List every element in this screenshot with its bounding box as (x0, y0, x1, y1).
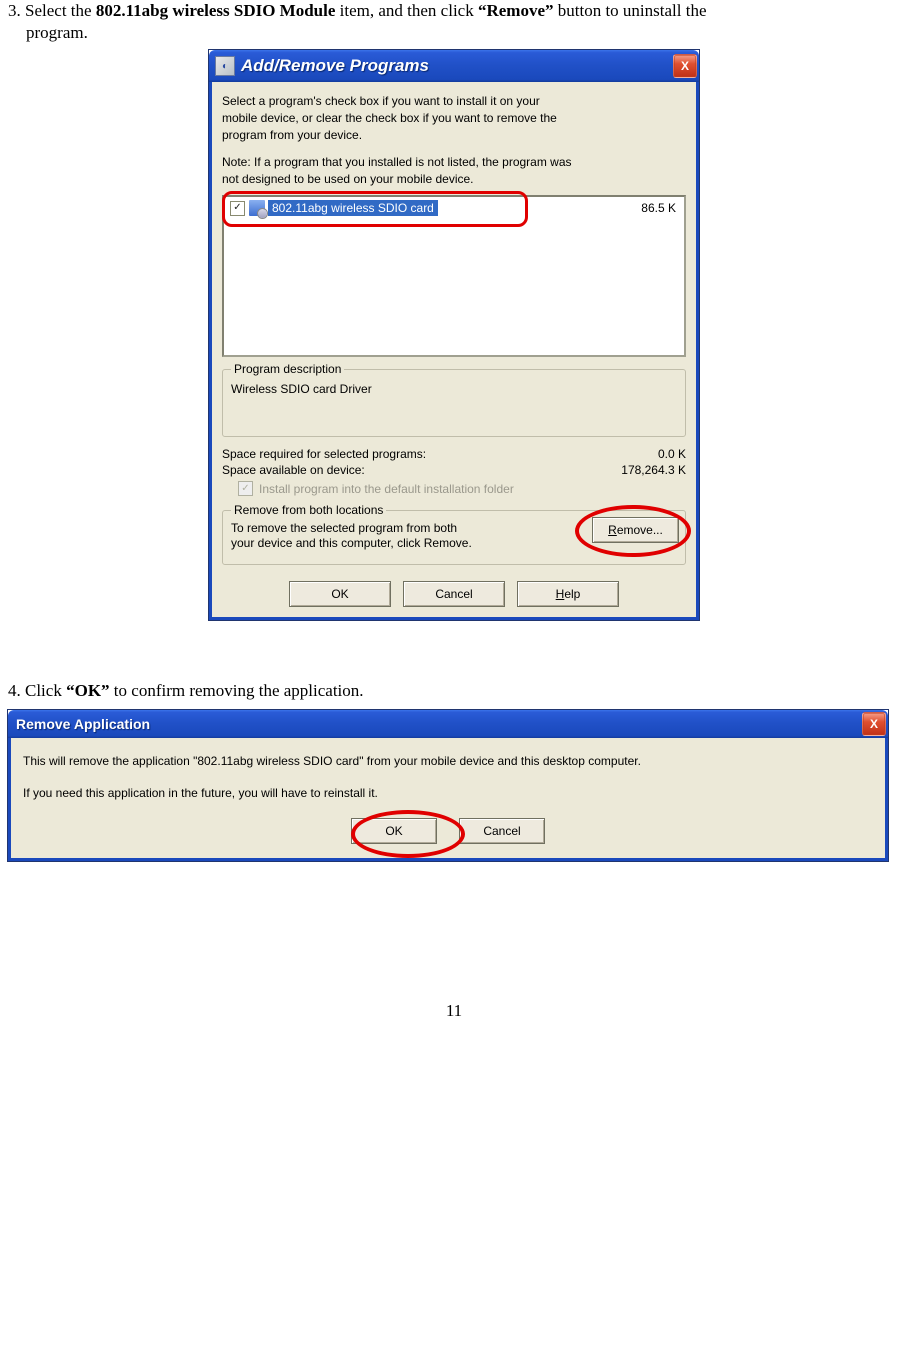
space-required-row: Space required for selected programs:0.0… (222, 447, 686, 461)
step-3-text: 3. Select the 802.11abg wireless SDIO Mo… (8, 0, 900, 44)
cancel-button[interactable]: Cancel (459, 818, 545, 844)
confirm-text-2: If you need this application in the futu… (23, 786, 873, 800)
remove-button[interactable]: Remove... (592, 517, 679, 543)
confirm-text-1: This will remove the application "802.11… (23, 754, 873, 768)
program-description-legend: Program description (231, 362, 344, 376)
default-folder-checkbox: ✓ Install program into the default insta… (222, 481, 686, 496)
dialog-title: Remove Application (14, 716, 862, 732)
program-icon (249, 200, 265, 216)
confirm-button-row: OK Cancel (23, 818, 873, 844)
page-number: 11 (8, 1001, 900, 1021)
dialog-title: Add/Remove Programs (241, 56, 673, 76)
program-name: 802.11abg wireless SDIO card (268, 200, 438, 216)
program-description-text: Wireless SDIO card Driver (231, 382, 677, 396)
program-description-group: Program description Wireless SDIO card D… (222, 369, 686, 437)
intro-text: Select a program's check box if you want… (222, 94, 686, 187)
cancel-button[interactable]: Cancel (403, 581, 505, 607)
program-checkbox[interactable]: ✓ (230, 201, 245, 216)
dialog-button-row: OK Cancel Help (222, 581, 686, 607)
ok-button[interactable]: OK (289, 581, 391, 607)
program-list-item[interactable]: ✓ 802.11abg wireless SDIO card 86.5 K (224, 197, 684, 219)
program-list[interactable]: ✓ 802.11abg wireless SDIO card 86.5 K (222, 195, 686, 357)
remove-description: To remove the selected program from both… (231, 521, 521, 550)
remove-application-dialog: Remove Application X This will remove th… (8, 710, 888, 861)
step-4-text: 4. Click “OK” to confirm removing the ap… (8, 680, 900, 702)
dialog-titlebar: ◐ Add/Remove Programs X (209, 50, 699, 82)
add-remove-programs-dialog: ◐ Add/Remove Programs X Select a program… (209, 50, 699, 620)
close-button[interactable]: X (673, 54, 697, 78)
dialog-titlebar: Remove Application X (8, 710, 888, 738)
close-button[interactable]: X (862, 712, 886, 736)
remove-legend: Remove from both locations (231, 503, 386, 517)
program-size: 86.5 K (641, 201, 676, 215)
remove-locations-group: Remove from both locations To remove the… (222, 510, 686, 565)
space-available-row: Space available on device:178,264.3 K (222, 463, 686, 477)
ok-button[interactable]: OK (351, 818, 437, 844)
activesync-icon: ◐ (215, 56, 235, 76)
help-button[interactable]: Help (517, 581, 619, 607)
